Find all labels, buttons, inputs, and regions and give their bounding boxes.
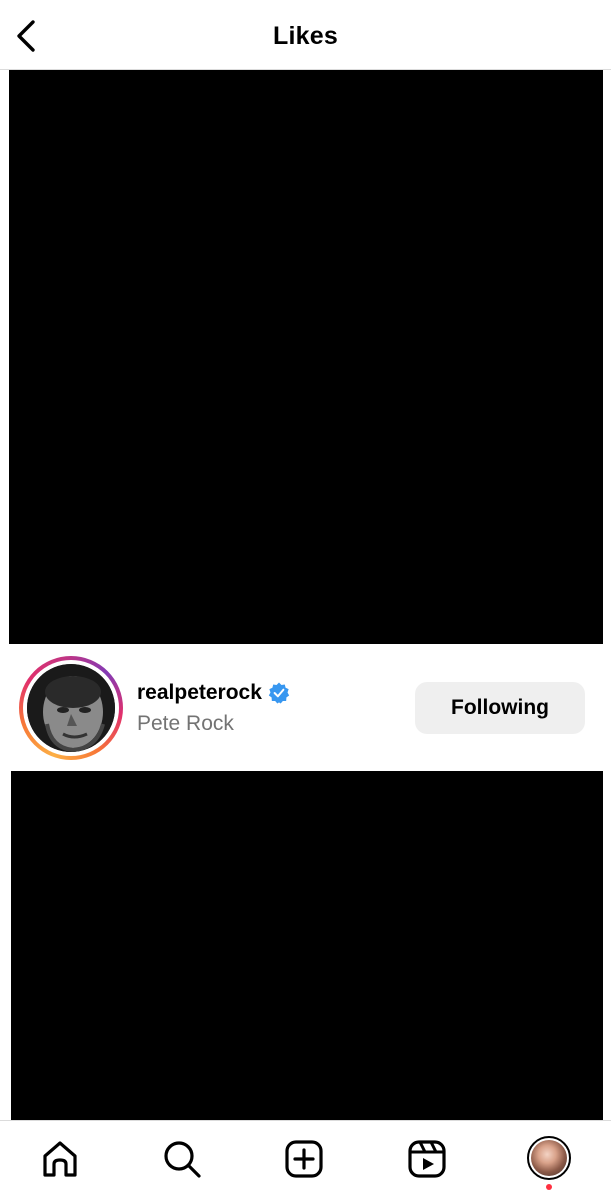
likes-screen: Likes realpeterock Pete Rock Following	[0, 0, 611, 1200]
username-line[interactable]: realpeterock	[137, 681, 290, 705]
create-icon	[285, 1140, 323, 1178]
home-icon	[43, 1141, 77, 1177]
nav-profile[interactable]	[525, 1134, 573, 1182]
search-icon	[164, 1141, 201, 1178]
notification-dot	[546, 1184, 552, 1190]
reels-icon	[408, 1140, 446, 1178]
bottom-nav	[0, 1120, 611, 1200]
profile-avatar	[527, 1136, 571, 1180]
nav-reels[interactable]	[403, 1135, 451, 1183]
post-media-top[interactable]	[9, 70, 603, 644]
post-media-bottom[interactable]	[11, 771, 603, 1120]
nav-search[interactable]	[158, 1135, 206, 1183]
avatar-portrait	[27, 664, 115, 752]
avatar-story-ring[interactable]	[19, 656, 123, 760]
header: Likes	[0, 0, 611, 70]
username[interactable]: realpeterock	[137, 681, 262, 705]
avatar	[27, 664, 115, 752]
verified-badge-icon	[268, 682, 290, 704]
page-title: Likes	[273, 22, 338, 50]
following-button[interactable]: Following	[415, 682, 585, 734]
user-row[interactable]: realpeterock Pete Rock Following	[0, 644, 611, 771]
nav-create[interactable]	[280, 1135, 328, 1183]
full-name: Pete Rock	[137, 712, 234, 735]
nav-home[interactable]	[36, 1135, 84, 1183]
